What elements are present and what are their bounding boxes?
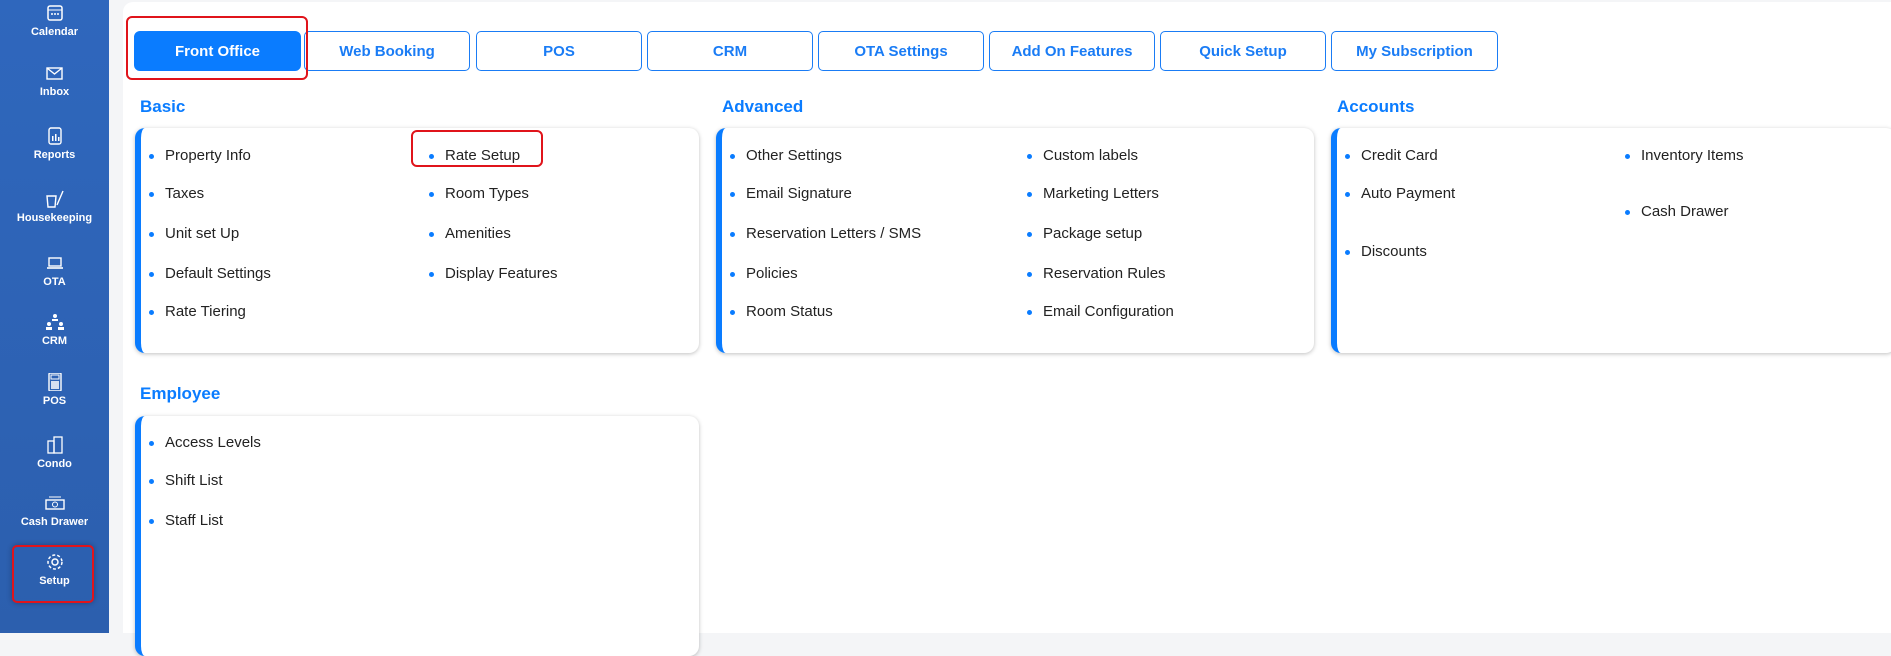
sidebar: Calendar Inbox Reports Housekeeping OTA … bbox=[0, 0, 109, 633]
sidebar-label: Inbox bbox=[39, 86, 70, 98]
section-title-accounts: Accounts bbox=[1337, 97, 1415, 116]
link-credit-card[interactable]: Credit Card bbox=[1345, 147, 1438, 165]
sidebar-label: Condo bbox=[37, 458, 72, 470]
link-policies[interactable]: Policies bbox=[730, 265, 798, 283]
section-title-basic: Basic bbox=[140, 97, 186, 116]
link-package-setup[interactable]: Package setup bbox=[1026, 225, 1142, 243]
link-discounts[interactable]: Discounts bbox=[1345, 243, 1427, 261]
link-rate-setup[interactable]: Rate Setup bbox=[428, 147, 520, 165]
sidebar-label: Housekeeping bbox=[16, 212, 93, 224]
section-title-employee: Employee bbox=[140, 384, 221, 403]
setup-highlight bbox=[12, 545, 94, 603]
sidebar-item-pos[interactable]: POS bbox=[0, 372, 109, 407]
tab-my-subscription[interactable]: My Subscription bbox=[1331, 31, 1498, 71]
sidebar-label: Reports bbox=[33, 149, 76, 161]
link-access-levels[interactable]: Access Levels bbox=[149, 434, 261, 452]
section-title-advanced: Advanced bbox=[722, 97, 804, 116]
link-rate-tiering[interactable]: Rate Tiering bbox=[149, 303, 246, 321]
link-reservation-rules[interactable]: Reservation Rules bbox=[1027, 265, 1166, 283]
tab-pos[interactable]: POS bbox=[476, 31, 642, 71]
sidebar-label: POS bbox=[42, 395, 67, 407]
link-auto-payment[interactable]: Auto Payment bbox=[1344, 185, 1455, 203]
link-staff-list[interactable]: Staff List bbox=[148, 512, 223, 530]
inbox-icon bbox=[45, 64, 65, 82]
sidebar-item-housekeeping[interactable]: Housekeeping bbox=[0, 190, 109, 224]
sidebar-label: Calendar bbox=[30, 26, 79, 38]
sidebar-item-inbox[interactable]: Inbox bbox=[0, 64, 109, 98]
sidebar-label: Cash Drawer bbox=[20, 516, 89, 528]
link-property-info[interactable]: Property Info bbox=[149, 147, 251, 165]
reports-icon bbox=[45, 127, 65, 145]
sidebar-item-ota[interactable]: OTA bbox=[0, 254, 109, 288]
sidebar-label: CRM bbox=[41, 335, 68, 347]
sidebar-item-calendar[interactable]: Calendar bbox=[0, 4, 109, 38]
tab-quick-setup[interactable]: Quick Setup bbox=[1160, 31, 1326, 71]
tab-crm[interactable]: CRM bbox=[647, 31, 813, 71]
ota-icon bbox=[45, 254, 65, 272]
link-cash-drawer[interactable]: Cash Drawer bbox=[1625, 203, 1729, 221]
tab-add-on-features[interactable]: Add On Features bbox=[989, 31, 1155, 71]
link-email-signature[interactable]: Email Signature bbox=[730, 185, 852, 203]
tab-ota-settings[interactable]: OTA Settings bbox=[818, 31, 984, 71]
pos-icon bbox=[45, 372, 65, 392]
sidebar-item-reports[interactable]: Reports bbox=[0, 127, 109, 161]
sidebar-item-cash-drawer[interactable]: Cash Drawer bbox=[0, 494, 109, 528]
condo-icon bbox=[45, 436, 65, 454]
link-room-types[interactable]: Room Types bbox=[429, 185, 529, 203]
link-other-settings[interactable]: Other Settings bbox=[730, 147, 842, 165]
cash-drawer-icon bbox=[44, 494, 65, 512]
link-reservation-letters-sms[interactable]: Reservation Letters / SMS bbox=[729, 225, 921, 243]
tab-front-office[interactable]: Front Office bbox=[134, 31, 301, 71]
sidebar-item-crm[interactable]: CRM bbox=[0, 313, 109, 347]
link-taxes[interactable]: Taxes bbox=[148, 185, 204, 203]
link-custom-labels[interactable]: Custom labels bbox=[1026, 147, 1138, 165]
sidebar-item-condo[interactable]: Condo bbox=[0, 436, 109, 470]
link-display-features[interactable]: Display Features bbox=[429, 265, 558, 283]
employee-card bbox=[135, 416, 699, 656]
link-inventory-items[interactable]: Inventory Items bbox=[1625, 147, 1744, 165]
link-shift-list[interactable]: Shift List bbox=[149, 472, 223, 490]
link-amenities[interactable]: Amenities bbox=[429, 225, 511, 243]
tab-web-booking[interactable]: Web Booking bbox=[304, 31, 470, 71]
link-marketing-letters[interactable]: Marketing Letters bbox=[1027, 185, 1159, 203]
link-room-status[interactable]: Room Status bbox=[730, 303, 833, 321]
link-default-settings[interactable]: Default Settings bbox=[149, 265, 271, 283]
link-email-configuration[interactable]: Email Configuration bbox=[1027, 303, 1174, 321]
crm-icon bbox=[45, 313, 65, 331]
calendar-icon bbox=[45, 4, 65, 22]
housekeeping-icon bbox=[45, 190, 65, 208]
link-unit-set-up[interactable]: Unit set Up bbox=[148, 225, 239, 243]
sidebar-label: OTA bbox=[43, 276, 66, 288]
